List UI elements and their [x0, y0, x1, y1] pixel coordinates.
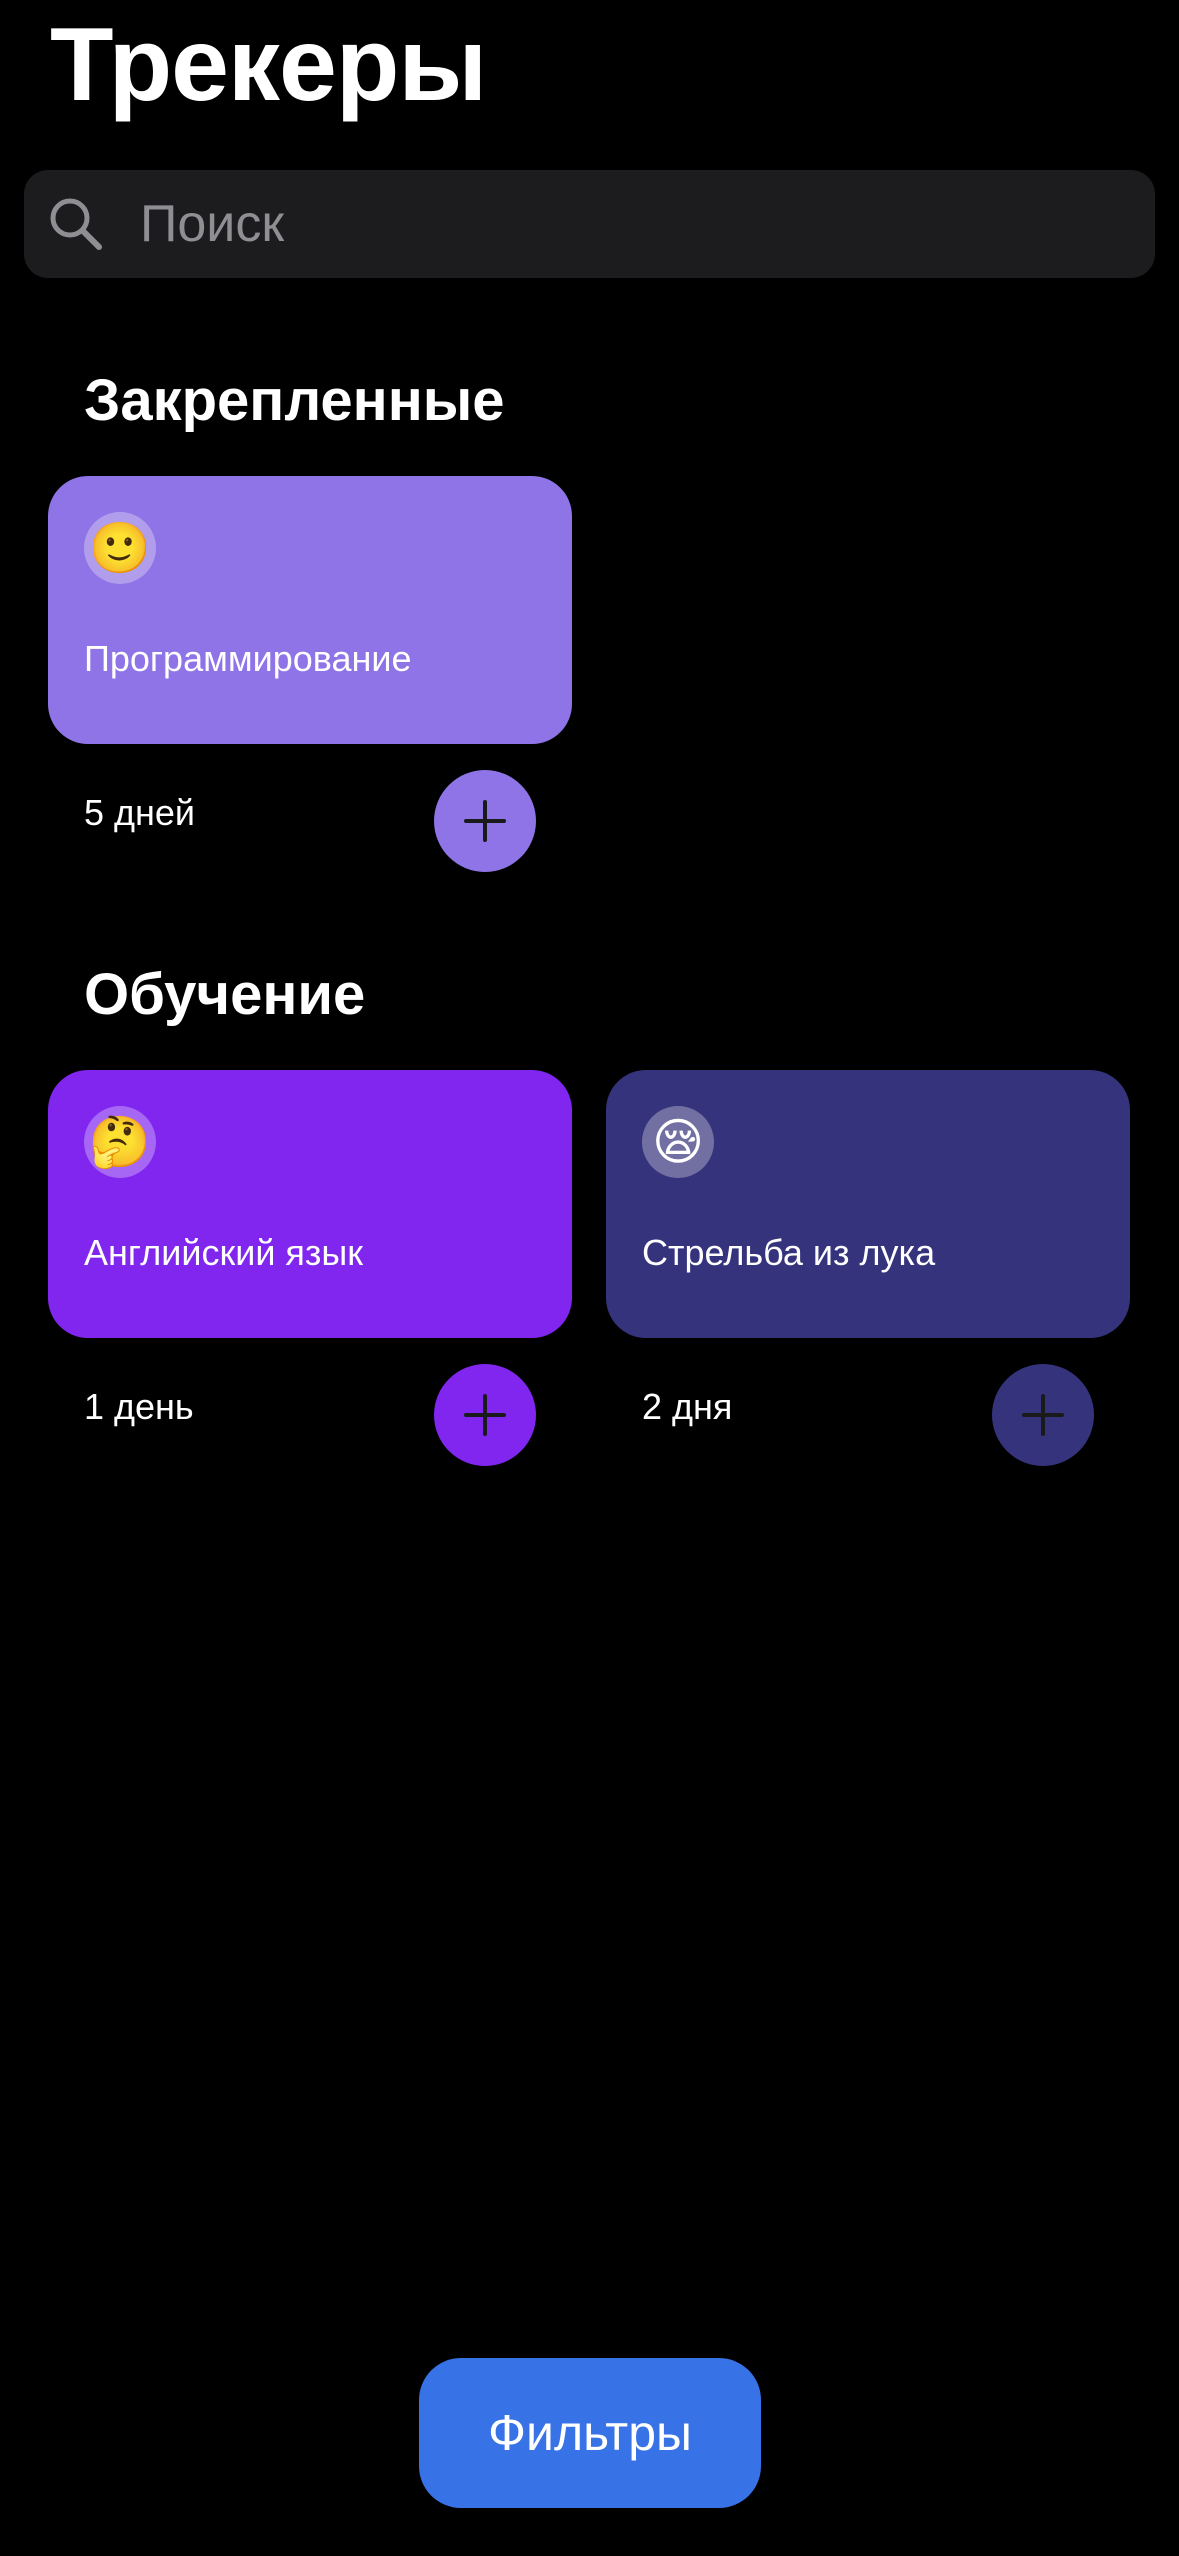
- tracker-card-archery[interactable]: 😪 Стрельба из лука: [606, 1070, 1130, 1338]
- filters-button[interactable]: Фильтры: [419, 2358, 761, 2508]
- plus-icon: [464, 800, 506, 842]
- tracker-day-count: 5 дней: [84, 792, 196, 833]
- add-record-button[interactable]: [434, 770, 536, 872]
- plus-icon: [464, 1394, 506, 1436]
- search-bar[interactable]: [24, 170, 1155, 278]
- tracker-name: Английский язык: [84, 1232, 364, 1273]
- search-input[interactable]: [140, 170, 1120, 278]
- tracker-card-programming[interactable]: 🙂 Программирование: [48, 476, 572, 744]
- tracker-day-count: 1 день: [84, 1386, 194, 1427]
- section-title-pinned: Закрепленные: [84, 368, 505, 433]
- tracker-day-count: 2 дня: [642, 1386, 733, 1427]
- section-title-learning: Обучение: [84, 962, 366, 1027]
- tracker-emoji: 🤔: [84, 1106, 156, 1178]
- search-icon: [46, 194, 106, 254]
- page-title: Трекеры: [50, 7, 487, 123]
- tracker-name: Программирование: [84, 638, 412, 679]
- tracker-name: Стрельба из лука: [642, 1232, 936, 1273]
- tracker-emoji: 🙂: [84, 512, 156, 584]
- add-record-button[interactable]: [992, 1364, 1094, 1466]
- plus-icon: [1022, 1394, 1064, 1436]
- tracker-emoji: 😪: [642, 1106, 714, 1178]
- add-record-button[interactable]: [434, 1364, 536, 1466]
- tracker-card-english[interactable]: 🤔 Английский язык: [48, 1070, 572, 1338]
